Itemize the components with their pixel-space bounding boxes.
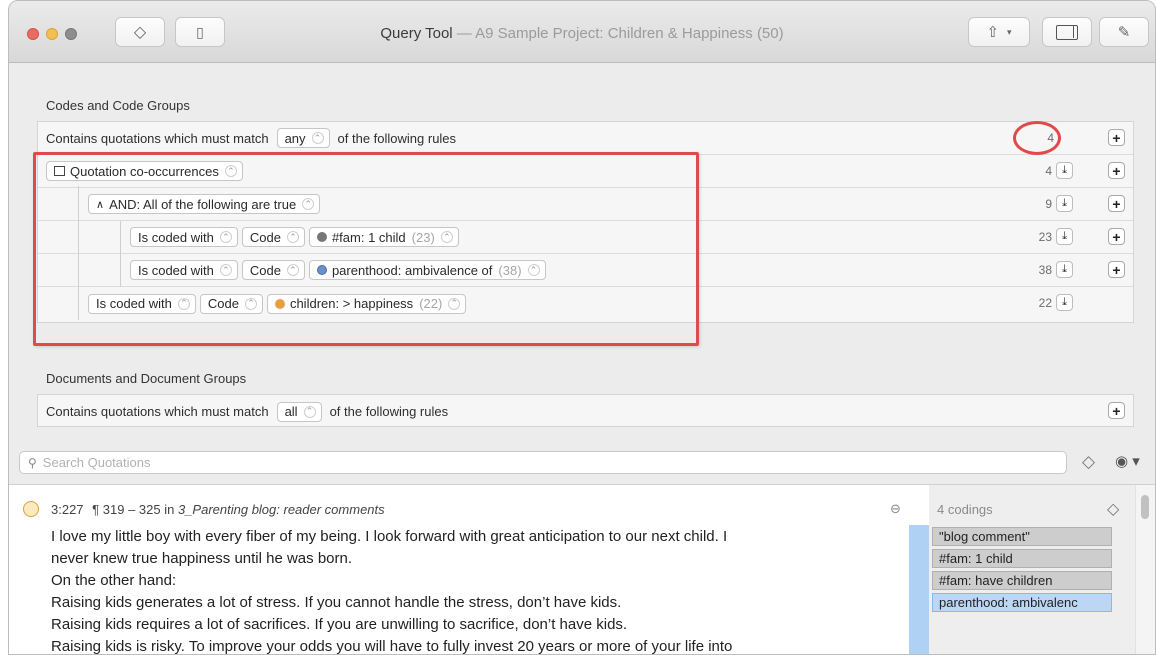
coding-chip[interactable]: "blog comment" <box>932 527 1112 546</box>
share-menu-button[interactable]: ⇧ ▾ <box>968 17 1030 47</box>
scrollbar-thumb[interactable] <box>1141 495 1149 519</box>
download-icon: ⤓ <box>1062 296 1067 308</box>
tag-filter-icon[interactable]: ◇ <box>1082 452 1095 472</box>
quotation-text: I love my little boy with every fiber of… <box>51 526 913 655</box>
search-input[interactable] <box>42 455 1029 470</box>
root-rule-row: Contains quotations which must match any… <box>38 122 1133 155</box>
download-icon: ⤓ <box>1062 263 1067 275</box>
title-main: Query Tool <box>380 25 453 42</box>
quotation-line: Raising kids generates a lot of stress. … <box>51 594 622 611</box>
cooccurrence-count: 4 <box>1045 164 1052 178</box>
query-tool-window: ◇ ▯ Query Tool — A9 Sample Project: Chil… <box>8 0 1156 655</box>
quotation-icon <box>23 501 39 517</box>
plus-icon: + <box>1112 162 1121 179</box>
download-icon: ⤓ <box>1062 164 1067 176</box>
pin-icon: ✎ <box>1117 24 1131 41</box>
titlebar: ◇ ▯ Query Tool — A9 Sample Project: Chil… <box>9 1 1155 63</box>
share-icon: ⇧ <box>986 24 1000 41</box>
download-button[interactable]: ⤓ <box>1056 261 1073 278</box>
updown-icon: ⌃ <box>311 132 324 144</box>
add-rule-button[interactable]: + <box>1108 129 1125 146</box>
codings-panel: 4 codings ◇ "blog comment" #fam: 1 child… <box>929 485 1137 654</box>
download-icon: ⤓ <box>1062 230 1067 242</box>
download-button[interactable]: ⤓ <box>1056 162 1073 179</box>
highlight-rectangle <box>33 152 699 346</box>
documents-match-select[interactable]: all ⌃ <box>276 401 322 422</box>
title-sub: — A9 Sample Project: Children & Happines… <box>452 25 784 42</box>
scrollbar[interactable] <box>1135 485 1155 654</box>
rule-count: 23 <box>1038 230 1052 244</box>
quotation-header[interactable]: 3:227 ¶ 319 – 325 in 3_Parenting blog: r… <box>51 502 385 517</box>
documents-root-row: Contains quotations which must match all… <box>38 395 1133 428</box>
coding-chip[interactable]: parenthood: ambivalenc <box>932 593 1112 612</box>
quotation-line: I love my little boy with every fiber of… <box>51 528 728 545</box>
rule-count: 22 <box>1038 296 1052 310</box>
chevron-down-icon: ▾ <box>1007 26 1012 37</box>
add-rule-button[interactable]: + <box>1108 195 1125 212</box>
quotation-line: never knew true happiness until he was b… <box>51 550 353 567</box>
sidebar-toggle-button[interactable] <box>1042 17 1092 47</box>
and-group-count: 9 <box>1045 197 1052 211</box>
tag-icon[interactable]: ◇ <box>1107 499 1119 519</box>
quotation-range: ¶ 319 – 325 in <box>92 502 175 517</box>
add-rule-button[interactable]: + <box>1108 402 1125 419</box>
documents-rules-table: Contains quotations which must match all… <box>37 394 1134 427</box>
sidebar-icon <box>1056 24 1078 40</box>
plus-icon: + <box>1112 402 1121 419</box>
coding-chip[interactable]: #fam: 1 child <box>932 549 1112 568</box>
quotation-line: Raising kids requires a lot of sacrifice… <box>51 616 628 633</box>
add-rule-button[interactable]: + <box>1108 228 1125 245</box>
updown-icon: ⌃ <box>303 405 316 418</box>
search-icon: ⚲ <box>28 455 37 470</box>
root-match-value: any <box>284 130 306 146</box>
root-rule-prefix: Contains quotations which must match <box>46 130 269 146</box>
pin-button[interactable]: ✎ <box>1099 17 1149 47</box>
documents-rule-suffix: of the following rules <box>329 404 449 419</box>
quotation-line: On the other hand: <box>51 572 177 589</box>
rule-count: 38 <box>1038 263 1052 277</box>
codes-section-label: Codes and Code Groups <box>46 98 190 113</box>
coding-chip[interactable]: #fam: have children <box>932 571 1112 590</box>
quotation-line: Raising kids is risky. To improve your o… <box>51 638 733 655</box>
download-button[interactable]: ⤓ <box>1056 294 1073 311</box>
documents-match-value: all <box>284 404 298 419</box>
plus-icon: + <box>1112 228 1121 245</box>
search-field[interactable]: ⚲ <box>19 451 1067 474</box>
download-button[interactable]: ⤓ <box>1056 195 1073 212</box>
eye-icon[interactable]: ◉ ▾ <box>1115 452 1140 470</box>
download-button[interactable]: ⤓ <box>1056 228 1073 245</box>
documents-rule-prefix: Contains quotations which must match <box>46 404 269 419</box>
highlight-circle <box>1013 121 1061 155</box>
add-rule-button[interactable]: + <box>1108 162 1125 179</box>
plus-icon: + <box>1112 195 1121 212</box>
codings-title: 4 codings <box>937 502 993 517</box>
quotation-document: 3_Parenting blog: reader comments <box>177 502 385 517</box>
go-to-icon[interactable]: ⊖ <box>890 501 901 517</box>
quotation-id: 3:227 <box>51 502 84 517</box>
coding-margin-bar <box>909 525 929 654</box>
plus-icon: + <box>1112 261 1121 278</box>
plus-icon: + <box>1112 129 1121 146</box>
root-rule-suffix: of the following rules <box>337 130 457 146</box>
root-match-select[interactable]: any ⌃ <box>276 128 330 148</box>
documents-section-label: Documents and Document Groups <box>46 371 247 386</box>
download-icon: ⤓ <box>1062 197 1067 209</box>
quotation-list: 3:227 ¶ 319 – 325 in 3_Parenting blog: r… <box>9 484 1155 655</box>
add-rule-button[interactable]: + <box>1108 261 1125 278</box>
